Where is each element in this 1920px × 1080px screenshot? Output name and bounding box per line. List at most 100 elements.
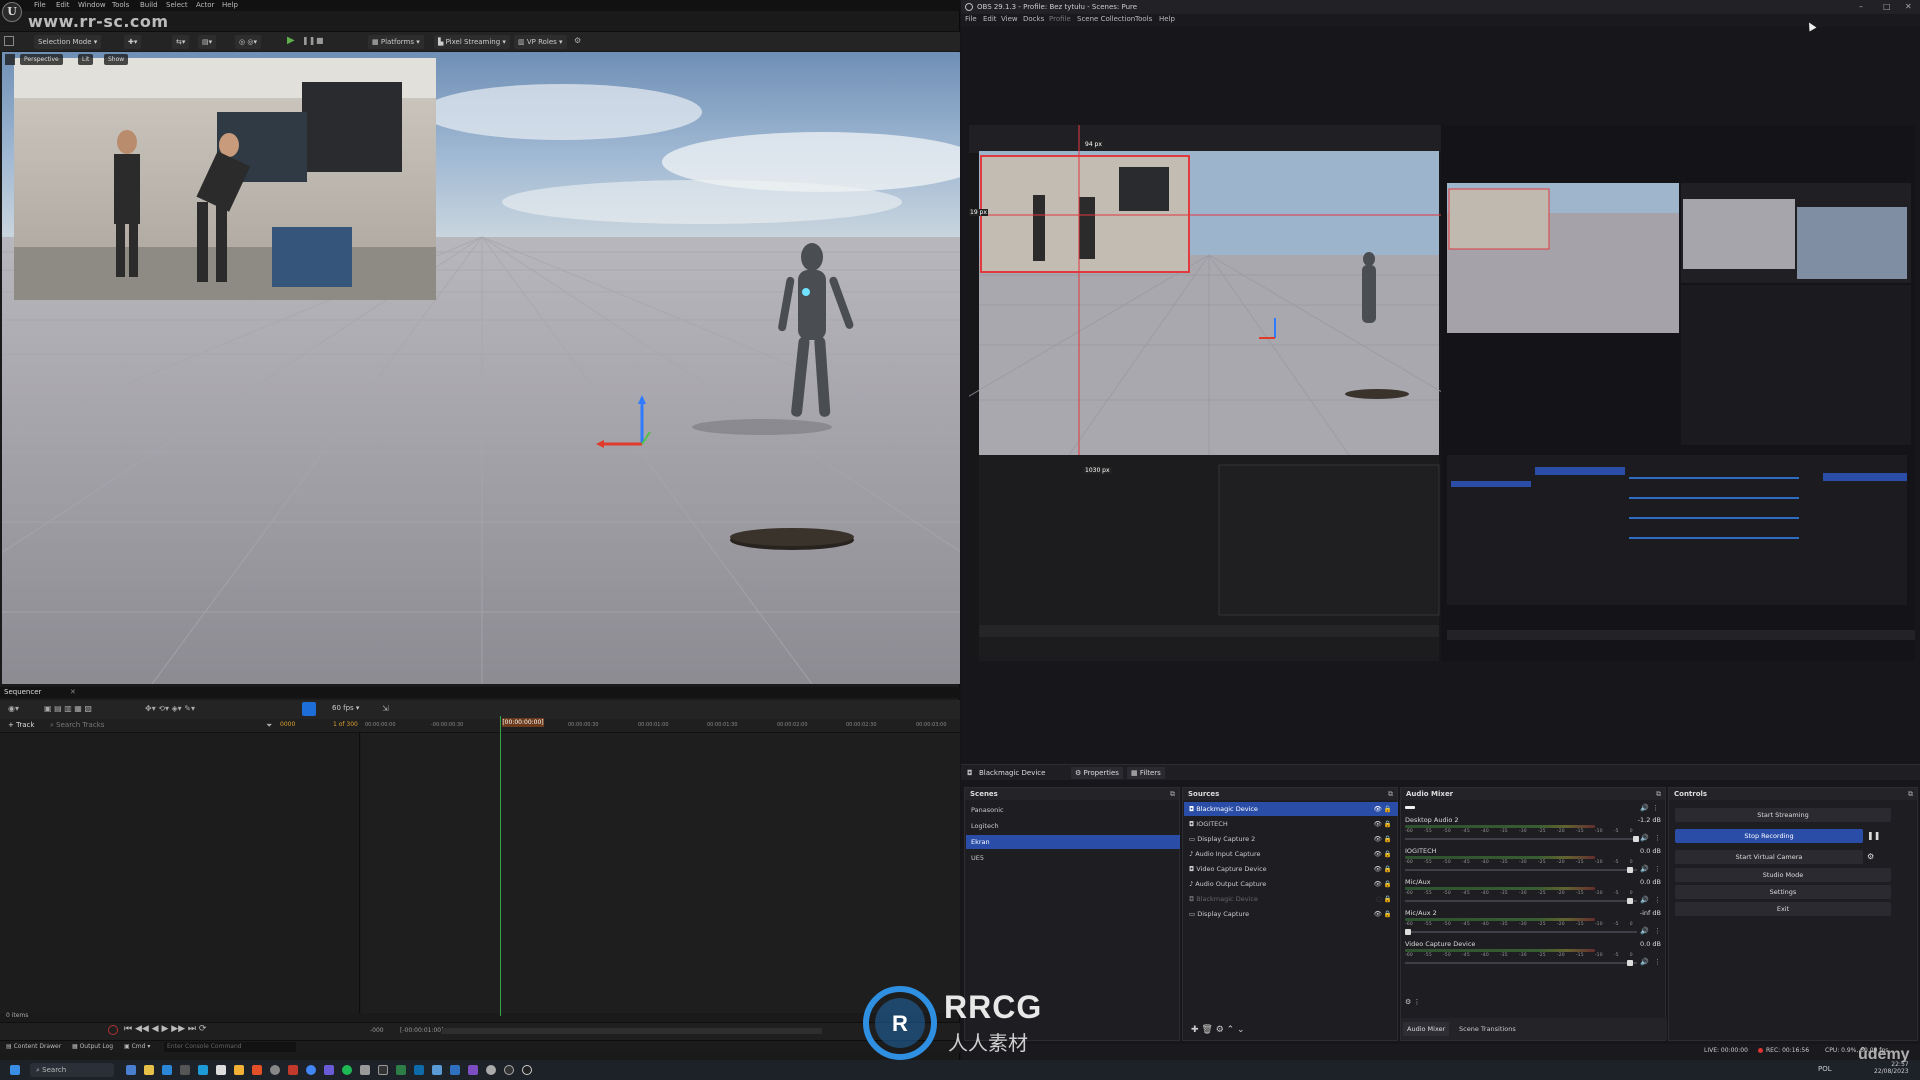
volume-slider[interactable] (1405, 962, 1637, 964)
timeline-area[interactable] (361, 733, 960, 1013)
close-window-button[interactable]: ✕ (1905, 2, 1912, 11)
filters-button[interactable]: ▦ Filters (1127, 767, 1165, 779)
mixer-options-icon[interactable]: ⚙ ⋮ (1405, 998, 1421, 1006)
taskbar-app-icon[interactable] (360, 1065, 370, 1075)
taskbar-app-icon[interactable] (126, 1065, 136, 1075)
source-item-hidden[interactable]: ◘ Blackmagic Device ◌ 🔒 (1184, 892, 1398, 906)
volume-knob[interactable] (1633, 836, 1639, 842)
ue-menu-actor[interactable]: Actor (196, 1, 214, 9)
obs-menu-help[interactable]: Help (1159, 15, 1175, 23)
platforms-dropdown[interactable]: ▦ Platforms ▾ (368, 35, 424, 49)
source-item[interactable]: ▭ Display Capture 2 👁 🔒 (1184, 832, 1398, 846)
source-item[interactable]: ◘ Video Capture Device 👁 🔒 (1184, 862, 1398, 876)
exit-button[interactable]: Exit (1675, 902, 1891, 916)
virtual-camera-settings-icon[interactable]: ⚙ (1867, 852, 1874, 861)
properties-button[interactable]: ⚙ Properties (1071, 767, 1123, 779)
volume-knob[interactable] (1627, 960, 1633, 966)
record-icon[interactable] (108, 1025, 118, 1035)
content-drawer-button[interactable]: ▤ Content Drawer (6, 1043, 61, 1050)
file-explorer-icon[interactable] (144, 1065, 154, 1075)
playhead[interactable] (500, 716, 501, 1016)
sequencer-tab[interactable]: Sequencer (4, 688, 41, 696)
source-item[interactable]: ♪ Audio Output Capture 👁 🔒 (1184, 877, 1398, 891)
level-viewport[interactable]: Perspective Lit Show (2, 52, 960, 684)
modes-icon[interactable]: ◎ ◎▾ (235, 35, 261, 49)
ue-menu-build[interactable]: Build (140, 1, 158, 9)
settings-button[interactable]: Settings (1675, 885, 1891, 899)
channel-menu-icon[interactable]: ⋮ (1654, 958, 1661, 966)
close-icon[interactable]: ✕ (70, 688, 76, 696)
volume-slider[interactable] (1405, 838, 1637, 840)
cinematics-icon[interactable]: ▤▾ (198, 35, 217, 49)
maximize-button[interactable]: □ (1883, 2, 1891, 11)
speaker-icon[interactable]: 🔊 (1640, 927, 1649, 935)
add-content-icon[interactable]: ✚▾ (124, 35, 142, 49)
speaker-icon[interactable]: 🔊 (1640, 834, 1649, 842)
channel-menu-icon[interactable]: ⋮ (1652, 804, 1659, 812)
transform-icon[interactable]: ✥▾ ⟲▾ ◈▾ ✎▾ (145, 704, 195, 713)
blueprint-icon[interactable]: ⇆▾ (172, 35, 190, 49)
show-button[interactable]: Show (104, 54, 129, 65)
stop-recording-button[interactable]: Stop Recording (1675, 829, 1863, 843)
start-streaming-button[interactable]: Start Streaming (1675, 808, 1891, 822)
playhead-time[interactable]: [00:00:00:00] (502, 718, 544, 727)
vp-roles-dropdown[interactable]: ▥ VP Roles ▾ (514, 35, 567, 49)
volume-slider[interactable] (1405, 931, 1637, 933)
ue-menu-help[interactable]: Help (222, 1, 238, 9)
taskbar-app-icon[interactable] (486, 1065, 496, 1075)
save-icon[interactable] (4, 36, 14, 46)
obs-menu-edit[interactable]: Edit (983, 15, 997, 23)
source-item[interactable]: ▭ Display Capture 👁 🔒 (1184, 907, 1398, 921)
source-item[interactable]: ♪ Audio Input Capture 👁 🔒 (1184, 847, 1398, 861)
channel-menu-icon[interactable]: ⋮ (1654, 896, 1661, 904)
channel-menu-icon[interactable]: ⋮ (1654, 834, 1661, 842)
tab-audio-mixer[interactable]: Audio Mixer (1403, 1022, 1450, 1036)
speaker-icon[interactable]: 🔊 (1640, 958, 1649, 966)
channel-menu-icon[interactable]: ⋮ (1654, 865, 1661, 873)
selection-mode-dropdown[interactable]: Selection Mode ▾ (34, 35, 102, 49)
obs-menu-file[interactable]: File (965, 15, 977, 23)
spotify-icon[interactable] (342, 1065, 352, 1075)
source-item[interactable]: ◘ IOGITECH 👁 🔒 (1184, 817, 1398, 831)
obs-preview[interactable]: 94 px 19 px 1030 px (868, 125, 1915, 661)
taskbar-app-icon[interactable] (234, 1065, 244, 1075)
transport-controls[interactable]: ⏮ ◀◀ ◀ ▶ ▶▶ ⏭ ⟳ (124, 1024, 206, 1034)
obs-taskbar-icon[interactable] (504, 1065, 514, 1075)
cmd-dropdown[interactable]: ▣ Cmd ▾ (124, 1043, 150, 1050)
dock-undock-icon[interactable]: ⧉ (1908, 790, 1913, 799)
taskbar-app-icon[interactable] (162, 1065, 172, 1075)
obs-menu-profile[interactable]: Profile (1049, 15, 1071, 23)
taskbar-app-icon[interactable] (450, 1065, 460, 1075)
pixel-streaming-dropdown[interactable]: ▙ Pixel Streaming ▾ (434, 35, 510, 49)
timeline-scrollbar[interactable] (442, 1028, 822, 1034)
studio-mode-button[interactable]: Studio Mode (1675, 868, 1891, 882)
start-menu-icon[interactable] (10, 1065, 20, 1075)
volume-slider[interactable] (1405, 900, 1637, 902)
sequencer-options-icon[interactable]: ◉▾ (8, 704, 19, 713)
frame-rate-dropdown[interactable]: 60 fps ▾ (332, 704, 359, 712)
play-button[interactable]: ▶ (287, 35, 295, 46)
snap-toggle-icon[interactable] (302, 702, 316, 716)
taskbar-app-icon[interactable] (378, 1065, 388, 1075)
obs-menu-tools[interactable]: Tools (1135, 15, 1152, 23)
source-actions[interactable]: ✚ 🗑 ⚙ ⌃ ⌄ (1191, 1025, 1245, 1035)
perspective-button[interactable]: Perspective (20, 54, 63, 65)
minimize-button[interactable]: – (1859, 2, 1863, 11)
tab-scene-transitions[interactable]: Scene Transitions (1455, 1022, 1520, 1036)
obs-menu-scene-collection[interactable]: Scene Collection (1077, 15, 1135, 23)
filter-icon[interactable]: ⏷ (266, 721, 272, 731)
stop-icon[interactable]: ■ (316, 36, 324, 45)
pause-recording-icon[interactable]: ❚❚ (1867, 831, 1880, 840)
channel-menu-icon[interactable]: ⋮ (1654, 927, 1661, 935)
settings-icon[interactable]: ⚙ (574, 36, 581, 45)
ue-menu-file[interactable]: File (34, 1, 46, 9)
dock-undock-icon[interactable]: ⧉ (1170, 790, 1175, 799)
taskbar-app-icon[interactable] (216, 1065, 226, 1075)
taskbar-app-icon[interactable] (468, 1065, 478, 1075)
save-sequence-icon[interactable]: ▣ ▤ ▥ ▦ ▧ (44, 704, 92, 713)
taskbar-app-icon[interactable] (288, 1065, 298, 1075)
ue-menu-select[interactable]: Select (166, 1, 188, 9)
taskbar-app-icon[interactable] (432, 1065, 442, 1075)
taskbar-app-icon[interactable] (324, 1065, 334, 1075)
taskbar-search[interactable]: ⌕ Search (30, 1063, 114, 1077)
